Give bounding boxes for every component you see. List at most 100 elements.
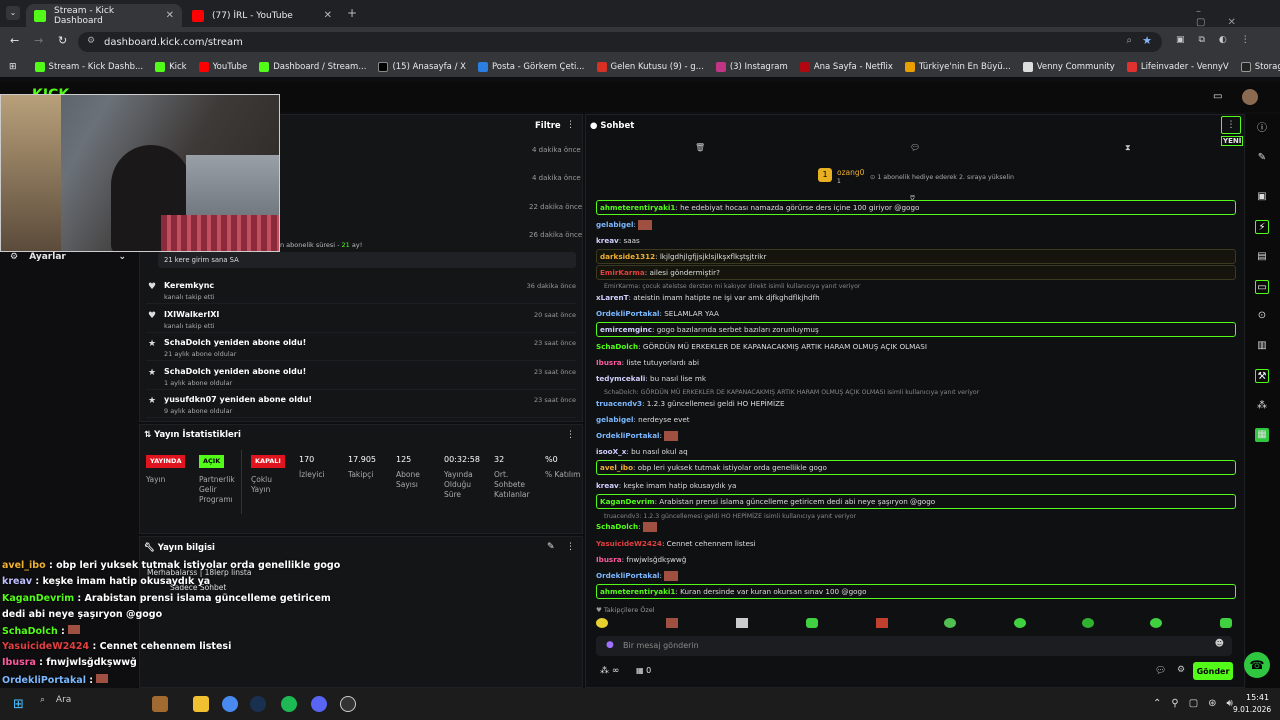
emote-icon[interactable] <box>1014 618 1026 628</box>
bookmark-item[interactable]: Gelen Kutusu (9) - g... <box>596 62 704 72</box>
network-icon[interactable]: ⁂ <box>1255 399 1269 413</box>
emote-icon[interactable] <box>596 618 608 628</box>
bookmark-item[interactable]: Posta - Görkem Çeti... <box>477 62 585 72</box>
system-tray[interactable]: ⌃⚲▢⊛🔊︎ <box>1153 698 1243 709</box>
chat-message[interactable]: kreav: keşke imam hatip okusaydık ya <box>596 481 1236 490</box>
chat-message[interactable]: emircemginc: gogo bazılarında serbet baz… <box>596 322 1236 337</box>
chat-message[interactable]: kreav: saas <box>596 236 1236 245</box>
reload-icon[interactable]: ↻ <box>58 34 67 47</box>
more-icon[interactable]: ⋮ <box>566 120 575 130</box>
chat-message[interactable]: KaganDevrim: Arabistan prensi islama gün… <box>596 494 1236 509</box>
chat-message[interactable]: SchaDolch: GÖRDÜN MÜ ERKEKLER DE KAPANAC… <box>596 342 1236 351</box>
activity-item[interactable]: ★ SchaDolch yeniden abone oldu! 1 aylık ab… <box>146 362 576 390</box>
activity-item[interactable]: ♥ IXIWalkerIXI kanalı takip etti 20 saat ön… <box>146 305 576 333</box>
chat-message[interactable]: gelabigel: <box>596 220 1236 230</box>
activity-item[interactable]: ♥ Keremkync kanalı takip etti 36 dakika önc… <box>146 276 576 304</box>
hourglass-icon[interactable]: ⧗ <box>1125 143 1131 153</box>
bookmark-item[interactable]: Storage | Fivemanage <box>1240 62 1280 72</box>
chat-username[interactable]: ahmeterentiryaki1 <box>600 203 675 212</box>
support-chat-button[interactable]: ☎ <box>1244 652 1270 678</box>
chat-message[interactable]: gelabigel: nerdeyse evet <box>596 415 1236 424</box>
forward-icon[interactable]: → <box>34 34 43 47</box>
taskbar-app-icon[interactable] <box>152 696 168 712</box>
chat-message[interactable]: Ibusra: fnwjwlsğdkşwwğ <box>596 555 1236 564</box>
chat-username[interactable]: OrdekliPortakal <box>596 431 660 440</box>
bookmark-item[interactable]: Stream - Kick Dashb... <box>34 62 143 72</box>
trash-icon[interactable]: 🗑︎ <box>695 143 705 152</box>
tab-youtube[interactable]: (77) İRL - YouTube ✕ <box>184 4 340 27</box>
screen-icon[interactable]: ▣ <box>1255 190 1269 204</box>
chat-username[interactable]: Ibusra <box>596 358 622 367</box>
edit-icon[interactable]: ✎ <box>547 542 555 552</box>
message-icon[interactable]: 💬︎ <box>910 143 920 152</box>
emote-icon[interactable] <box>876 618 888 628</box>
chat-username[interactable]: KaganDevrim <box>600 497 655 506</box>
bookmark-item[interactable]: Venny Community <box>1022 62 1115 72</box>
pencil-icon[interactable]: ✎ <box>1255 151 1269 165</box>
chat-username[interactable]: gelabigel <box>596 415 633 424</box>
chat-message[interactable]: darkside1312: lkjlgdhjlgfjjsjklsjlkşxflk… <box>596 249 1236 264</box>
chat-username[interactable]: OrdekliPortakal <box>596 309 660 318</box>
back-icon[interactable]: ← <box>10 34 19 47</box>
chat-username[interactable]: YasuicideW2424 <box>596 539 662 548</box>
chat-message[interactable]: ahmeterentiryaki1: he edebiyat hocası na… <box>596 200 1236 215</box>
new-tab-button[interactable]: + <box>347 6 357 20</box>
app-icon[interactable]: ▦ <box>1255 428 1269 442</box>
chat-username[interactable]: kreav <box>596 481 619 490</box>
chat-message[interactable]: EmirKarma: ailesi göndermiştir? <box>596 265 1236 280</box>
emote-icon[interactable] <box>736 618 748 628</box>
emote-icon[interactable] <box>666 618 678 628</box>
chat-settings-icon[interactable]: ⚙ <box>1177 665 1185 675</box>
chat-username[interactable]: tedymcekali <box>596 374 645 383</box>
start-icon[interactable]: ⊞ <box>13 697 24 712</box>
bookmark-item[interactable]: Türkiye'nin En Büyü... <box>904 62 1011 72</box>
chat-message[interactable]: OrdekliPortakal: <box>596 431 1236 441</box>
extensions-icons[interactable]: ▣⧉◐⋮ <box>1176 35 1264 45</box>
emote-icon[interactable] <box>1150 618 1162 628</box>
chat-message[interactable]: tedymcekali: bu nasıl lise mk <box>596 374 1236 383</box>
chat-username[interactable]: gelabigel <box>596 220 633 229</box>
chat-message[interactable]: YasuicideW2424: Cennet cehennem listesi <box>596 539 1236 548</box>
apps-icon[interactable]: ⊞ <box>9 62 17 72</box>
avatar[interactable] <box>1242 89 1258 105</box>
chat-username[interactable]: emircemginc <box>600 325 652 334</box>
clipboard-icon[interactable]: ▤ <box>1255 250 1269 264</box>
close-icon[interactable]: ✕ <box>166 10 174 21</box>
activity-item[interactable]: ★ yusufdkn07 yeniden abone oldu! 9 aylık a… <box>146 390 576 418</box>
more-icon[interactable]: ⋮ <box>566 430 575 440</box>
discord-icon[interactable] <box>311 696 327 712</box>
emote-icon[interactable] <box>806 618 818 628</box>
bolt-icon[interactable]: ⚡︎ <box>1255 220 1269 234</box>
tab-search-button[interactable]: ⌄ <box>6 6 20 20</box>
star-icon[interactable]: ★ <box>1142 34 1152 47</box>
chat-username[interactable]: Ibusra <box>596 555 622 564</box>
chat-username[interactable]: OrdekliPortakal <box>596 571 660 580</box>
chat-message[interactable]: Ibusra: liste tutuyorlardı abi <box>596 358 1236 367</box>
chat-message[interactable]: SchaDolch: <box>596 522 1236 532</box>
obs-icon[interactable] <box>340 696 356 712</box>
layers-icon[interactable]: ▥ <box>1255 339 1269 353</box>
emote-icon[interactable] <box>944 618 956 628</box>
steam-icon[interactable] <box>250 696 266 712</box>
emote-icon[interactable] <box>1082 618 1094 628</box>
chat-username[interactable]: isooX_x <box>596 447 626 456</box>
message-icon[interactable]: ▭ <box>1255 280 1269 294</box>
bookmark-item[interactable]: Dashboard / Stream... <box>259 62 366 72</box>
spotify-icon[interactable] <box>281 696 297 712</box>
studio-icon[interactable]: ▭ <box>1213 91 1222 102</box>
bookmark-item[interactable]: (3) Instagram <box>715 62 788 72</box>
chat-username[interactable]: ahmeterentiryaki1 <box>600 587 675 596</box>
chat-username[interactable]: SchaDolch <box>596 522 638 531</box>
bookmark-item[interactable]: Lifeinvader - VennyV <box>1126 62 1229 72</box>
activity-item[interactable]: ★ SchaDolch yeniden abone oldu! 21 aylık a… <box>146 333 576 361</box>
bookmark-item[interactable]: (15) Anasayfa / X <box>378 62 466 72</box>
chat-username[interactable]: darkside1312 <box>600 252 655 261</box>
chat-username[interactable]: EmirKarma <box>600 268 645 277</box>
address-bar[interactable]: ⚙ dashboard.kick.com/stream ⌕ ★ <box>78 32 1162 52</box>
bookmark-item[interactable]: Kick <box>155 62 187 72</box>
chat-message[interactable]: OrdekliPortakal: <box>596 571 1236 581</box>
zoom-icon[interactable]: ⌕ <box>1126 35 1132 46</box>
chat-input[interactable]: ● Bir mesaj gönderin ☻ <box>596 636 1232 656</box>
chat-message[interactable]: xLarenT: ateistin imam hatipte ne işi va… <box>596 293 1236 302</box>
wrench-icon[interactable]: ⚒ <box>1255 369 1269 383</box>
